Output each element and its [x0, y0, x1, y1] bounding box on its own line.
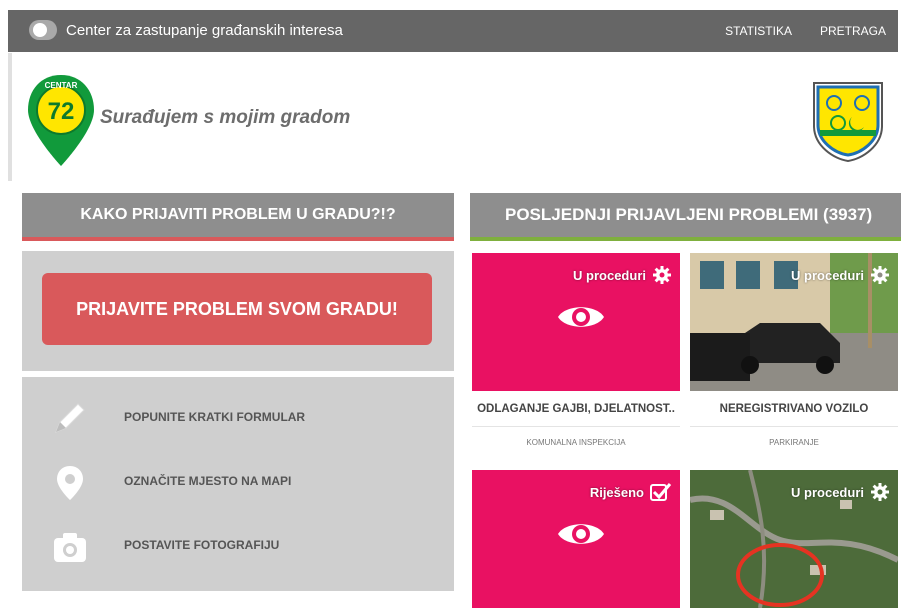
top-bar: Center za zastupanje građanskih interesa…	[8, 10, 898, 52]
nav-pretraga[interactable]: PRETRAGA	[820, 24, 886, 38]
card-category: PARKIRANJE	[769, 437, 819, 447]
map-pin-icon	[57, 466, 83, 500]
report-problem-button[interactable]: PRIJAVITE PROBLEM SVOM GRADU!	[42, 273, 432, 345]
how-to-report-heading: KAKO PRIJAVITI PROBLEM U GRADU?!?	[22, 193, 454, 241]
view-eye-icon[interactable]	[556, 517, 606, 551]
status-text: U proceduri	[573, 267, 646, 283]
logo-number: 72	[48, 98, 75, 125]
card-tile[interactable]: U proceduri	[472, 253, 680, 391]
card-title[interactable]: ODLAGANJE GAJBI, DJELATNOST..	[472, 391, 680, 427]
cta-area: PRIJAVITE PROBLEM SVOM GRADU!	[22, 251, 454, 371]
menu-toggle[interactable]	[29, 20, 57, 40]
top-nav: STATISTIKA PRETRAGA	[725, 24, 886, 38]
problem-card[interactable]: Riješeno	[472, 470, 680, 608]
step-fill-form: POPUNITE KRATKI FORMULAR	[22, 393, 452, 443]
checkbox-icon	[650, 483, 672, 501]
problem-card[interactable]: U proceduri NEREGISTRIVANO VOZILO PARKIR…	[690, 253, 898, 457]
card-title[interactable]: NEREGISTRIVANO VOZILO	[690, 391, 898, 427]
camera-icon	[54, 533, 86, 562]
card-photo[interactable]: U proceduri	[690, 470, 898, 608]
step-mark-map: OZNAČITE MJESTO NA MAPI	[22, 457, 452, 507]
how-to-report-panel: KAKO PRIJAVITI PROBLEM U GRADU?!? PRIJAV…	[22, 193, 454, 591]
step-upload-photo: POSTAVITE FOTOGRAFIJU	[22, 521, 452, 571]
status-badge: U proceduri	[573, 265, 672, 285]
centar-72-logo[interactable]: CENTAR 72	[26, 73, 96, 168]
status-text: U proceduri	[791, 484, 864, 500]
problem-card[interactable]: U proceduri ODLAGANJE GAJBI, DJELATNOST.…	[472, 253, 680, 457]
gear-icon	[653, 266, 671, 284]
step-label: POSTAVITE FOTOGRAFIJU	[124, 538, 280, 552]
card-photo[interactable]: U proceduri	[690, 253, 898, 391]
status-text: U proceduri	[791, 267, 864, 283]
nav-statistika[interactable]: STATISTIKA	[725, 24, 792, 38]
city-crest-icon	[813, 82, 883, 163]
card-tile[interactable]: Riješeno	[472, 470, 680, 608]
gear-icon	[871, 483, 889, 501]
status-badge: U proceduri	[791, 265, 890, 285]
view-eye-icon[interactable]	[556, 300, 606, 334]
site-title[interactable]: Center za zastupanje građanskih interesa	[66, 22, 343, 39]
problem-card[interactable]: U proceduri	[690, 470, 898, 608]
step-label: OZNAČITE MJESTO NA MAPI	[124, 474, 292, 488]
pencil-icon	[55, 403, 85, 433]
steps-list: POPUNITE KRATKI FORMULAR OZNAČITE MJESTO…	[22, 375, 454, 591]
gear-icon	[871, 266, 889, 284]
recent-problems-panel: POSLJEDNJI PRIJAVLJENI PROBLEMI (3937) U…	[470, 193, 901, 608]
step-label: POPUNITE KRATKI FORMULAR	[124, 410, 306, 424]
brand-header: CENTAR 72 Surađujem s mojim gradom	[8, 53, 898, 181]
status-badge: Riješeno	[590, 482, 672, 502]
logo-top-text: CENTAR	[45, 81, 78, 90]
tagline: Surađujem s mojim gradom	[100, 107, 351, 128]
recent-problems-heading: POSLJEDNJI PRIJAVLJENI PROBLEMI (3937)	[470, 193, 901, 241]
card-category: KOMUNALNA INSPEKCIJA	[526, 437, 626, 447]
status-badge: U proceduri	[791, 482, 890, 502]
status-text: Riješeno	[589, 484, 644, 500]
